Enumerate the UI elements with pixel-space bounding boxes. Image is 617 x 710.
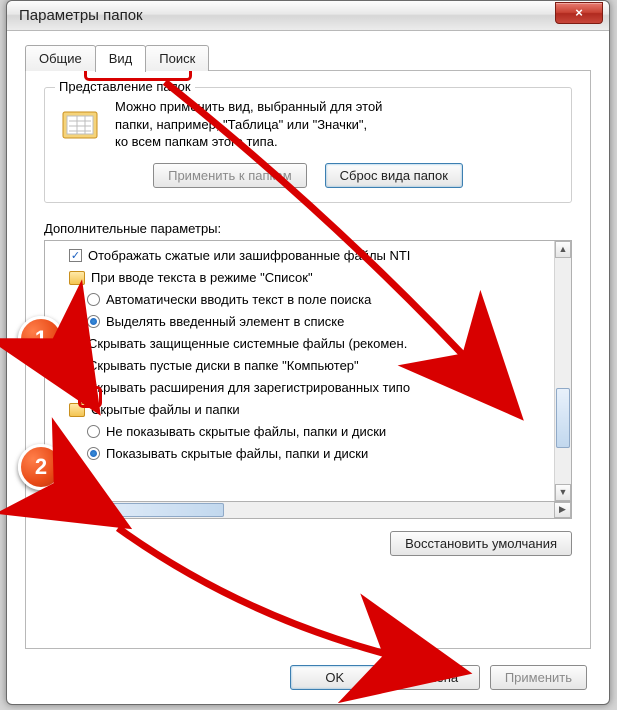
tab-general[interactable]: Общие [25, 45, 96, 71]
tree-item[interactable]: Автоматически вводить текст в поле поиск… [51, 289, 552, 311]
scroll-thumb[interactable] [556, 388, 570, 448]
folder-options-window: Параметры папок × Общие Вид Поиск Предст… [6, 0, 610, 705]
scroll-right-icon[interactable]: ▶ [554, 502, 571, 518]
radio-icon[interactable] [87, 293, 100, 306]
tree-item-show-hidden[interactable]: Показывать скрытые файлы, папки и диски [51, 443, 552, 465]
radio-icon[interactable] [87, 315, 100, 328]
content-area: Общие Вид Поиск Представление папок [7, 31, 609, 704]
checkbox-icon[interactable] [69, 381, 82, 394]
advanced-tree: Отображать сжатые или зашифрованные файл… [44, 240, 572, 502]
ok-button[interactable]: OK [290, 665, 380, 690]
tree-item[interactable]: Не показывать скрытые файлы, папки и дис… [51, 421, 552, 443]
radio-icon[interactable] [87, 425, 100, 438]
apply-to-folders-button[interactable]: Применить к папкам [153, 163, 307, 188]
tab-panel-view: Представление папок [25, 70, 591, 649]
scroll-left-icon[interactable]: ◀ [45, 502, 62, 518]
apply-button[interactable]: Применить [490, 665, 587, 690]
tab-search[interactable]: Поиск [145, 45, 209, 71]
tree-item[interactable]: Выделять введенный элемент в списке [51, 311, 552, 333]
titlebar[interactable]: Параметры папок × [7, 1, 609, 31]
cancel-button[interactable]: Отмена [390, 665, 480, 690]
vertical-scrollbar[interactable]: ▲ ▼ [554, 241, 571, 501]
tree-item[interactable]: Скрывать расширения для зарегистрированн… [51, 377, 552, 399]
checkbox-icon[interactable] [69, 337, 82, 350]
tree-item[interactable]: При вводе текста в режиме "Список" [51, 267, 552, 289]
restore-defaults-button[interactable]: Восстановить умолчания [390, 531, 572, 556]
folder-views-title: Представление папок [55, 79, 195, 94]
tab-view[interactable]: Вид [95, 45, 147, 72]
folder-mini-icon [69, 403, 85, 417]
window-title: Параметры папок [19, 7, 555, 24]
tree-item[interactable]: Отображать сжатые или зашифрованные файл… [51, 245, 552, 267]
folder-views-group: Представление папок [44, 87, 572, 203]
close-icon: × [575, 5, 583, 20]
tree-item[interactable]: Скрывать пустые диски в папке "Компьютер… [51, 355, 552, 377]
horizontal-scrollbar[interactable]: ◀ ▶ [44, 502, 572, 519]
scroll-down-icon[interactable]: ▼ [555, 484, 571, 501]
radio-icon[interactable] [87, 447, 100, 460]
scroll-track[interactable] [555, 258, 571, 484]
tree-item[interactable]: Скрытые файлы и папки [51, 399, 552, 421]
checkbox-icon[interactable] [69, 359, 82, 372]
dialog-buttons: OK Отмена Применить [25, 665, 591, 690]
close-button[interactable]: × [555, 2, 603, 24]
scroll-up-icon[interactable]: ▲ [555, 241, 571, 258]
scroll-track-h[interactable] [62, 502, 554, 518]
reset-folders-button[interactable]: Сброс вида папок [325, 163, 463, 188]
scroll-thumb-h[interactable] [64, 503, 224, 517]
advanced-label: Дополнительные параметры: [44, 221, 572, 236]
checkbox-icon[interactable] [69, 249, 82, 262]
tree-item-hide-protected[interactable]: Скрывать защищенные системные файлы (рек… [51, 333, 552, 355]
folder-icon [59, 102, 101, 144]
tab-strip: Общие Вид Поиск [25, 45, 591, 71]
folder-mini-icon [69, 271, 85, 285]
advanced-tree-content[interactable]: Отображать сжатые или зашифрованные файл… [45, 241, 554, 501]
folder-views-desc: Можно применить вид, выбранный для этой … [115, 98, 382, 151]
